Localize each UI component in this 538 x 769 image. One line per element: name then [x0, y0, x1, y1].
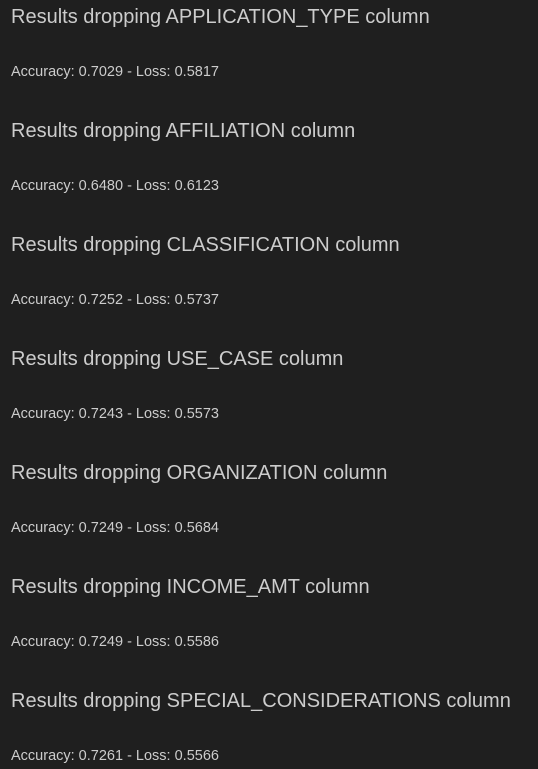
result-heading: Results dropping USE_CASE column [11, 348, 344, 370]
result-metrics: Accuracy: 0.7249 - Loss: 0.5684 [11, 520, 219, 536]
result-metrics: Accuracy: 0.6480 - Loss: 0.6123 [11, 178, 219, 194]
result-metrics: Accuracy: 0.7029 - Loss: 0.5817 [11, 64, 219, 80]
result-heading: Results dropping SPECIAL_CONSIDERATIONS … [11, 690, 511, 712]
result-metrics: Accuracy: 0.7249 - Loss: 0.5586 [11, 634, 219, 650]
result-heading: Results dropping CLASSIFICATION column [11, 234, 400, 256]
result-heading: Results dropping INCOME_AMT column [11, 576, 370, 598]
result-heading: Results dropping ORGANIZATION column [11, 462, 388, 484]
result-heading: Results dropping AFFILIATION column [11, 120, 356, 142]
result-heading: Results dropping APPLICATION_TYPE column [11, 6, 430, 28]
result-metrics: Accuracy: 0.7261 - Loss: 0.5566 [11, 748, 219, 764]
notebook-output: Results dropping APPLICATION_TYPE column… [0, 0, 538, 769]
result-metrics: Accuracy: 0.7252 - Loss: 0.5737 [11, 292, 219, 308]
result-metrics: Accuracy: 0.7243 - Loss: 0.5573 [11, 406, 219, 422]
